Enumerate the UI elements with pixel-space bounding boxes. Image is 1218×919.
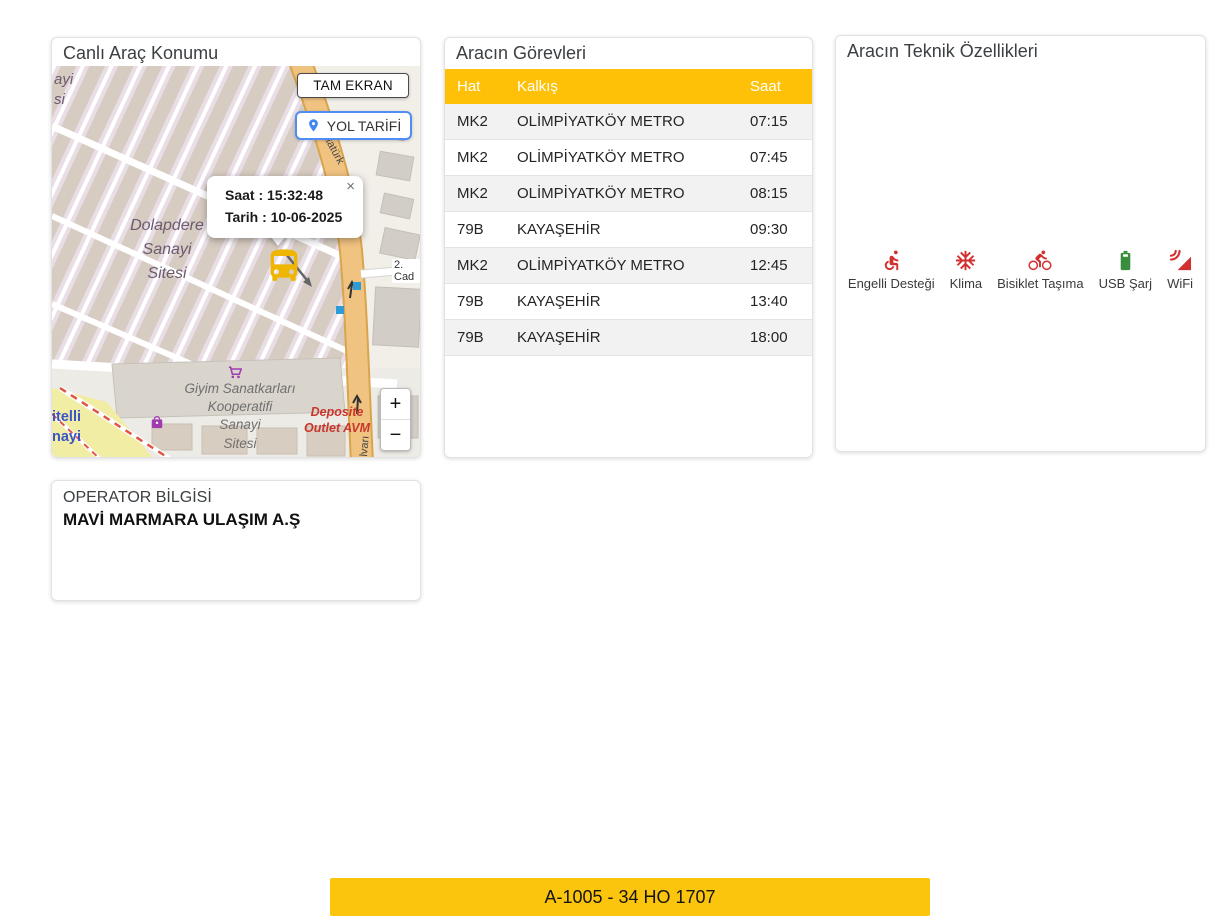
tasks-header-row: Hat Kalkış Saat bbox=[445, 69, 812, 104]
vehicle-tasks-title: Aracın Görevleri bbox=[456, 43, 587, 63]
feature-label: Bisiklet Taşıma bbox=[997, 276, 1084, 291]
map-label-ikitelli: itelli nayi bbox=[52, 409, 82, 445]
task-row: 79B KAYAŞEHİR 09:30 bbox=[445, 211, 812, 248]
task-line: 79B bbox=[445, 283, 505, 320]
task-departure: OLİMPİYATKÖY METRO bbox=[505, 247, 738, 284]
map-canvas[interactable]: ayi si Dolapdere Sanayi Sitesi Giyim San… bbox=[52, 66, 420, 457]
task-time: 12:45 bbox=[738, 247, 812, 284]
directions-button-label: YOL TARİFİ bbox=[326, 117, 402, 134]
vehicle-specs-title: Aracın Teknik Özellikleri bbox=[847, 41, 1038, 61]
task-row: MK2 OLİMPİYATKÖY METRO 07:15 bbox=[445, 104, 812, 140]
popup-time: Saat : 15:32:48 bbox=[225, 187, 324, 203]
map-label-deposite-outlet: Deposite Outlet AVM bbox=[304, 405, 370, 436]
task-departure: OLİMPİYATKÖY METRO bbox=[505, 104, 738, 140]
task-row: MK2 OLİMPİYATKÖY METRO 12:45 bbox=[445, 247, 812, 284]
live-location-card: Canlı Araç Konumu ayi si Dolapdere Sanay… bbox=[51, 37, 421, 458]
feature-ac: Klima bbox=[949, 249, 983, 291]
feature-accessibility: Engelli Desteği bbox=[848, 249, 935, 291]
map-label-partial-site: ayi si bbox=[54, 71, 74, 108]
map-label-bulvari-street: lvarı bbox=[358, 435, 372, 457]
tasks-table: Hat Kalkış Saat MK2 OLİMPİYATKÖY METRO 0… bbox=[445, 69, 812, 356]
feature-label: Klima bbox=[949, 276, 983, 291]
col-header-saat: Saat bbox=[738, 69, 812, 104]
task-row: 79B KAYAŞEHİR 13:40 bbox=[445, 283, 812, 320]
operator-name: MAVİ MARMARA ULAŞIM A.Ş bbox=[63, 510, 301, 529]
operator-info-title: OPERATOR BİLGİSİ bbox=[63, 489, 212, 506]
popup-date: Tarih : 10-06-2025 bbox=[225, 208, 343, 225]
task-departure: OLİMPİYATKÖY METRO bbox=[505, 139, 738, 176]
map-stop-marker[interactable] bbox=[336, 306, 344, 314]
snowflake-icon bbox=[956, 250, 976, 271]
feature-label: WiFi bbox=[1167, 276, 1194, 291]
vehicle-specs-card: Aracın Teknik Özellikleri Engelli Desteğ… bbox=[835, 35, 1206, 452]
task-line: 79B bbox=[445, 211, 505, 248]
close-icon[interactable]: × bbox=[346, 178, 355, 195]
operator-info-card: OPERATOR BİLGİSİ MAVİ MARMARA ULAŞIM A.Ş bbox=[51, 480, 421, 601]
task-time: 07:15 bbox=[738, 104, 812, 140]
feature-label: Engelli Desteği bbox=[847, 276, 935, 291]
task-line: 79B bbox=[445, 319, 505, 356]
vehicle-info-popup: × Saat : 15:32:48 Tarih : 10-06-2025 bbox=[207, 176, 363, 239]
col-header-kalkis: Kalkış bbox=[505, 69, 738, 104]
map-stop-marker[interactable] bbox=[353, 282, 361, 290]
feature-bike-rack: Bisiklet Taşıma bbox=[997, 249, 1084, 291]
col-header-hat: Hat bbox=[445, 69, 505, 104]
task-departure: KAYAŞEHİR bbox=[505, 319, 738, 356]
live-location-title: Canlı Araç Konumu bbox=[63, 43, 219, 63]
zoom-out-button[interactable]: − bbox=[381, 419, 410, 450]
task-time: 18:00 bbox=[738, 319, 812, 356]
task-departure: KAYAŞEHİR bbox=[505, 211, 738, 248]
location-pin-icon bbox=[308, 119, 318, 132]
map-label-giyim-koop: Giyim Sanatkarları Kooperatifi Sanayi Si… bbox=[184, 381, 296, 451]
vehicle-id-bar: A-1005 - 34 HO 1707 bbox=[330, 878, 930, 916]
map-label-2cad-street: 2. Cad bbox=[392, 259, 420, 283]
task-departure: OLİMPİYATKÖY METRO bbox=[505, 175, 738, 212]
feature-usb-charge: USB Şarj bbox=[1099, 249, 1152, 291]
feature-list: Engelli Desteği Klima Bisiklet Taşıma US… bbox=[836, 249, 1205, 291]
shopping-cart-icon bbox=[228, 366, 242, 379]
shopping-bag-icon bbox=[151, 416, 163, 429]
task-line: MK2 bbox=[445, 139, 505, 176]
vehicle-tasks-card: Aracın Görevleri Hat Kalkış Saat MK2 OLİ… bbox=[444, 37, 813, 458]
fullscreen-button[interactable]: TAM EKRAN bbox=[297, 73, 409, 98]
task-row: MK2 OLİMPİYATKÖY METRO 08:15 bbox=[445, 175, 812, 212]
feature-wifi: WiFi bbox=[1167, 249, 1193, 291]
task-row: MK2 OLİMPİYATKÖY METRO 07:45 bbox=[445, 139, 812, 176]
battery-icon bbox=[1120, 250, 1131, 271]
task-line: MK2 bbox=[445, 247, 505, 284]
task-time: 07:45 bbox=[738, 139, 812, 176]
map-zoom-control: + − bbox=[380, 388, 411, 451]
task-row: 79B KAYAŞEHİR 18:00 bbox=[445, 319, 812, 356]
task-line: MK2 bbox=[445, 175, 505, 212]
directions-button[interactable]: YOL TARİFİ bbox=[295, 111, 412, 140]
bicycle-icon bbox=[1028, 250, 1052, 271]
wheelchair-icon bbox=[884, 250, 898, 271]
task-line: MK2 bbox=[445, 104, 505, 140]
task-time: 13:40 bbox=[738, 283, 812, 320]
task-time: 08:15 bbox=[738, 175, 812, 212]
feature-label: USB Şarj bbox=[1098, 276, 1153, 291]
zoom-in-button[interactable]: + bbox=[381, 389, 410, 419]
vehicle-id-label: A-1005 - 34 HO 1707 bbox=[544, 886, 716, 907]
wifi-icon bbox=[1169, 249, 1191, 271]
task-time: 09:30 bbox=[738, 211, 812, 248]
task-departure: KAYAŞEHİR bbox=[505, 283, 738, 320]
